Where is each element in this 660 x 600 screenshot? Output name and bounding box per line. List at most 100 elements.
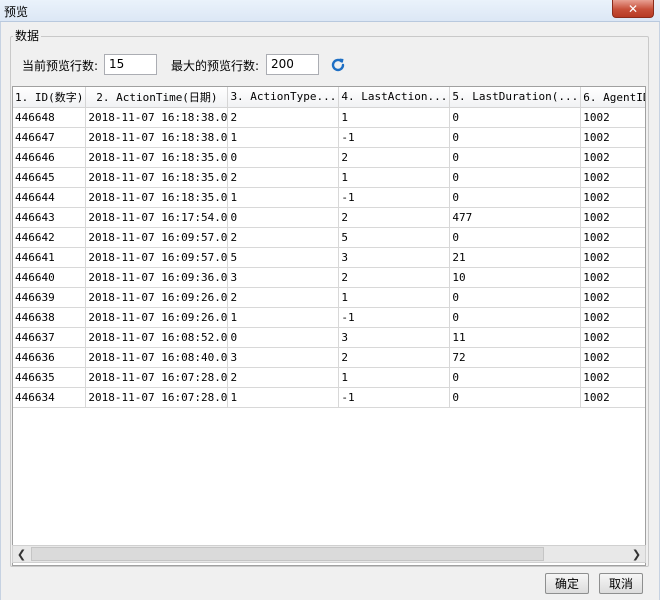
table-row[interactable]: 446634 2018-11-07 16:07:28.0 1 -1 0 1002: [13, 387, 645, 408]
cell: 5: [338, 227, 451, 248]
table-row[interactable]: 446644 2018-11-07 16:18:35.0 1 -1 0 1002: [13, 187, 645, 208]
cell: 3: [338, 327, 451, 348]
cell: 446640: [13, 267, 87, 288]
cell: 0: [227, 327, 340, 348]
cell: 5: [227, 247, 340, 268]
close-icon: ✕: [627, 1, 639, 16]
preview-data-grid[interactable]: 1. ID(数字) 2. ActionTime(日期) 3. ActionTyp…: [12, 86, 646, 566]
cell: 2018-11-07 16:09:36.0: [85, 267, 229, 288]
cell: 11: [449, 327, 582, 348]
refresh-icon[interactable]: [329, 56, 347, 74]
groupbox-legend: 数据: [13, 27, 42, 44]
title-bar: 预览 ✕: [0, 0, 660, 22]
cell: 2: [338, 267, 451, 288]
cell: 3: [227, 267, 340, 288]
cell: 1: [227, 307, 340, 328]
cell: 1002: [580, 387, 645, 408]
cell: -1: [338, 387, 451, 408]
cell: 1002: [580, 147, 645, 168]
cell: 446641: [13, 247, 87, 268]
cell: 2018-11-07 16:09:26.0: [85, 307, 229, 328]
cell: 2018-11-07 16:08:52.0: [85, 327, 229, 348]
horizontal-scrollbar[interactable]: ❮ ❯: [12, 545, 646, 563]
column-header-actiontime[interactable]: 2. ActionTime(日期): [85, 87, 229, 108]
cell: 0: [449, 147, 582, 168]
cell: 0: [449, 107, 582, 128]
chevron-right-icon[interactable]: ❯: [628, 546, 645, 562]
cell: 2018-11-07 16:09:26.0: [85, 287, 229, 308]
cell: 1002: [580, 187, 645, 208]
close-button[interactable]: ✕: [612, 0, 654, 18]
cell: 2: [338, 347, 451, 368]
cell: 2: [227, 227, 340, 248]
cell: 10: [449, 267, 582, 288]
cell: 3: [338, 247, 451, 268]
cell: -1: [338, 187, 451, 208]
cell: 446647: [13, 127, 87, 148]
cell: 1002: [580, 267, 645, 288]
cell: 1002: [580, 127, 645, 148]
cell: 1: [338, 167, 451, 188]
cell: 1002: [580, 227, 645, 248]
cell: 0: [449, 227, 582, 248]
cell: 1002: [580, 287, 645, 308]
table-row[interactable]: 446638 2018-11-07 16:09:26.0 1 -1 0 1002: [13, 307, 645, 328]
table-row[interactable]: 446641 2018-11-07 16:09:57.0 5 3 21 1002: [13, 247, 645, 268]
cell: 1002: [580, 367, 645, 388]
cell: 446645: [13, 167, 87, 188]
table-row[interactable]: 446648 2018-11-07 16:18:38.0 2 1 0 1002: [13, 107, 645, 128]
cell: 1002: [580, 107, 645, 128]
preview-rows-field[interactable]: 15: [104, 54, 157, 75]
cell: 2018-11-07 16:18:35.0: [85, 187, 229, 208]
column-header-lastaction[interactable]: 4. LastAction...: [338, 87, 451, 108]
scrollbar-thumb[interactable]: [31, 547, 544, 561]
table-row[interactable]: 446640 2018-11-07 16:09:36.0 3 2 10 1002: [13, 267, 645, 288]
cell: 446648: [13, 107, 87, 128]
chevron-left-icon[interactable]: ❮: [13, 546, 30, 562]
cell: 1: [227, 127, 340, 148]
cell: 2018-11-07 16:18:35.0: [85, 167, 229, 188]
max-rows-field[interactable]: 200: [266, 54, 319, 75]
table-row[interactable]: 446643 2018-11-07 16:17:54.0 0 2 477 1002: [13, 207, 645, 228]
cell: 446635: [13, 367, 87, 388]
cell: 0: [449, 167, 582, 188]
ok-button[interactable]: 确定: [545, 573, 589, 594]
cell: 2: [338, 207, 451, 228]
column-header-agentid[interactable]: 6. AgentID(字: [580, 87, 645, 108]
table-row[interactable]: 446646 2018-11-07 16:18:35.0 0 2 0 1002: [13, 147, 645, 168]
cell: 1: [227, 387, 340, 408]
cell: -1: [338, 307, 451, 328]
cell: 1002: [580, 327, 645, 348]
cell: 2018-11-07 16:18:38.0: [85, 127, 229, 148]
cell: 72: [449, 347, 582, 368]
data-table: 1. ID(数字) 2. ActionTime(日期) 3. ActionTyp…: [13, 87, 645, 408]
column-header-actiontype[interactable]: 3. ActionType...: [227, 87, 340, 108]
column-header-lastduration[interactable]: 5. LastDuration(...: [449, 87, 582, 108]
table-row[interactable]: 446642 2018-11-07 16:09:57.0 2 5 0 1002: [13, 227, 645, 248]
cell: 2: [227, 167, 340, 188]
cell: 0: [449, 127, 582, 148]
cell: 1002: [580, 167, 645, 188]
cell: 0: [449, 187, 582, 208]
preview-rows-label: 当前预览行数:: [22, 59, 99, 73]
cancel-button[interactable]: 取消: [599, 573, 643, 594]
cell: 2018-11-07 16:18:35.0: [85, 147, 229, 168]
cell: 1: [338, 287, 451, 308]
cell: 0: [449, 367, 582, 388]
table-row[interactable]: 446635 2018-11-07 16:07:28.0 2 1 0 1002: [13, 367, 645, 388]
cell: 2: [227, 107, 340, 128]
cell: 446646: [13, 147, 87, 168]
table-row[interactable]: 446639 2018-11-07 16:09:26.0 2 1 0 1002: [13, 287, 645, 308]
table-row[interactable]: 446647 2018-11-07 16:18:38.0 1 -1 0 1002: [13, 127, 645, 148]
cell: 2018-11-07 16:07:28.0: [85, 387, 229, 408]
table-row[interactable]: 446636 2018-11-07 16:08:40.0 3 2 72 1002: [13, 347, 645, 368]
cell: 0: [449, 307, 582, 328]
column-header-id[interactable]: 1. ID(数字): [13, 87, 87, 108]
cell: 446636: [13, 347, 87, 368]
table-row[interactable]: 446637 2018-11-07 16:08:52.0 0 3 11 1002: [13, 327, 645, 348]
cell: 2: [338, 147, 451, 168]
cell: 1002: [580, 307, 645, 328]
cell: 477: [449, 207, 582, 228]
window-title: 预览: [4, 5, 29, 19]
table-row[interactable]: 446645 2018-11-07 16:18:35.0 2 1 0 1002: [13, 167, 645, 188]
